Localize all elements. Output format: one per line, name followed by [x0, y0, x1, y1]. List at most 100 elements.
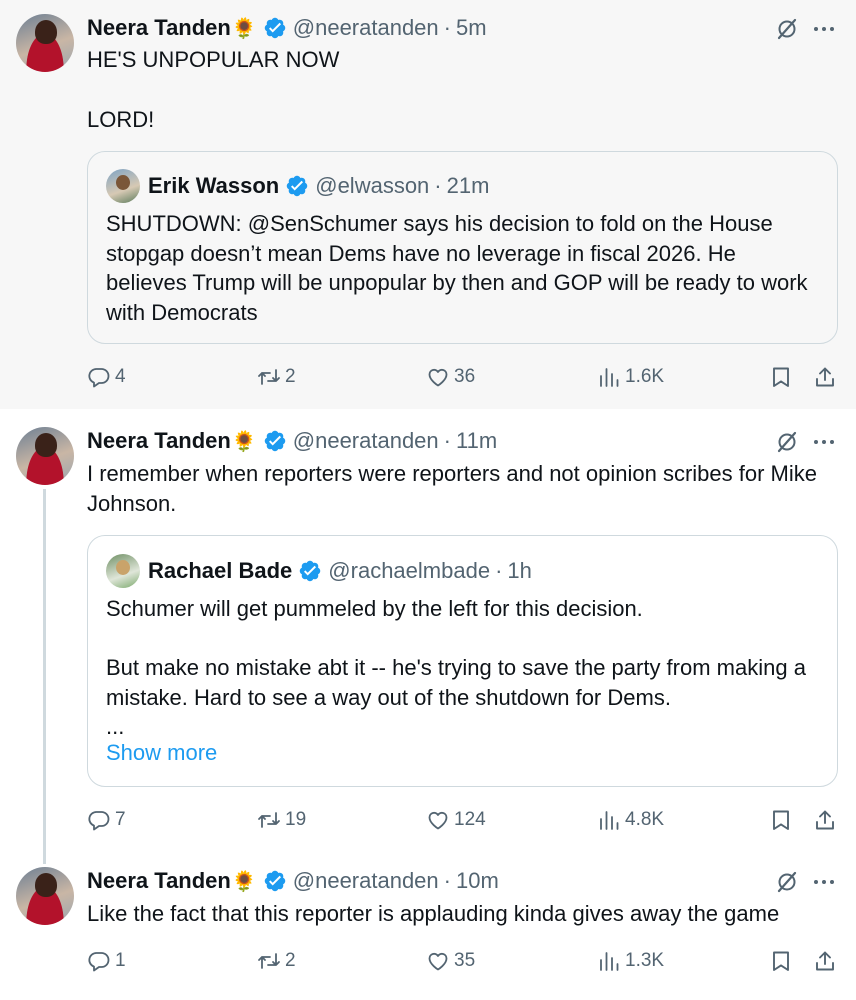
tweet-header: Neera Tanden 🌻 @neeratanden · 11m — [87, 426, 497, 456]
bookmark-icon — [769, 365, 793, 389]
bookmark-button[interactable] — [769, 946, 797, 976]
retweet-count: 2 — [285, 366, 296, 387]
like-icon — [426, 808, 450, 832]
author-handle[interactable]: @neeratanden — [293, 428, 439, 454]
like-icon — [426, 365, 450, 389]
author-handle[interactable]: @neeratanden — [293, 15, 439, 41]
retweet-icon — [257, 949, 281, 973]
quoted-timestamp: 1h — [507, 558, 532, 583]
verified-badge-icon[interactable] — [263, 16, 287, 40]
tweet-2[interactable]: Neera Tanden 🌻 @neeratanden · 11m I reme… — [0, 409, 856, 864]
sunflower-emoji: 🌻 — [231, 17, 257, 40]
reply-icon — [87, 365, 111, 389]
views-button[interactable]: 1.3K — [597, 946, 664, 976]
verified-badge-icon — [285, 174, 309, 198]
verified-badge-icon — [298, 559, 322, 583]
timestamp[interactable]: 10m — [456, 868, 499, 894]
views-icon — [597, 365, 621, 389]
bookmark-icon — [769, 808, 793, 832]
tweet-text: HE'S UNPOPULAR NOW LORD! — [87, 47, 340, 132]
reply-icon — [87, 808, 111, 832]
tweet-1[interactable]: Neera Tanden 🌻 @neeratanden · 5m HE'S UN… — [0, 0, 856, 409]
retweet-button[interactable]: 2 — [257, 362, 296, 392]
quoted-author-name: Rachael Bade — [148, 558, 293, 583]
view-count: 1.3K — [625, 950, 665, 971]
verified-badge-icon[interactable] — [263, 429, 287, 453]
timestamp[interactable]: 11m — [456, 428, 497, 454]
author-avatar[interactable] — [16, 427, 74, 485]
separator-dot: · — [443, 868, 451, 893]
author-name[interactable]: Neera Tanden — [87, 868, 231, 894]
reply-count: 4 — [115, 366, 126, 387]
quoted-author-avatar — [106, 554, 140, 588]
quoted-author-handle: @rachaelmbade — [328, 558, 491, 583]
view-count: 1.6K — [625, 366, 665, 387]
sunflower-emoji: 🌻 — [231, 430, 257, 453]
share-icon — [813, 949, 837, 973]
retweet-button[interactable]: 2 — [257, 946, 296, 976]
quoted-tweet-header: Rachael Bade @rachaelmbade · 1h — [106, 554, 532, 588]
action-bar: 4 2 36 1.6K — [87, 362, 839, 392]
like-count: 124 — [454, 809, 486, 830]
thread-connector — [43, 489, 46, 864]
views-icon — [597, 949, 621, 973]
grok-icon[interactable] — [775, 17, 799, 41]
action-bar: 7 19 124 4.8K — [87, 805, 839, 835]
views-button[interactable]: 1.6K — [597, 362, 664, 392]
share-icon — [813, 365, 837, 389]
bookmark-icon — [769, 949, 793, 973]
timestamp[interactable]: 5m — [456, 15, 487, 41]
quoted-author-avatar — [106, 169, 140, 203]
author-name[interactable]: Neera Tanden — [87, 428, 231, 454]
author-handle[interactable]: @neeratanden — [293, 868, 439, 894]
grok-icon[interactable] — [775, 870, 799, 894]
retweet-button[interactable]: 19 — [257, 805, 306, 835]
like-icon — [426, 949, 450, 973]
retweet-count: 2 — [285, 950, 296, 971]
share-button[interactable] — [813, 805, 841, 835]
show-more-link[interactable]: Show more — [106, 740, 217, 766]
author-name[interactable]: Neera Tanden — [87, 15, 231, 41]
verified-badge-icon[interactable] — [263, 869, 287, 893]
like-count: 36 — [454, 366, 476, 387]
separator-dot: · — [434, 173, 442, 198]
tweet-3[interactable]: Neera Tanden 🌻 @neeratanden · 10m Like t… — [0, 850, 856, 1000]
retweet-icon — [257, 365, 281, 389]
bookmark-button[interactable] — [769, 362, 797, 392]
more-icon[interactable] — [812, 870, 836, 894]
tweet-header: Neera Tanden 🌻 @neeratanden · 10m — [87, 866, 499, 896]
view-count: 4.8K — [625, 809, 665, 830]
reply-button[interactable]: 7 — [87, 805, 126, 835]
quoted-tweet[interactable]: Rachael Bade @rachaelmbade · 1h Schumer … — [87, 535, 838, 787]
author-avatar[interactable] — [16, 867, 74, 925]
separator-dot: · — [443, 15, 451, 40]
grok-icon[interactable] — [775, 430, 799, 454]
quoted-tweet[interactable]: Erik Wasson @elwasson · 21m SHUTDOWN: @S… — [87, 151, 838, 344]
bookmark-button[interactable] — [769, 805, 797, 835]
separator-dot: · — [495, 558, 503, 583]
quoted-author-handle: @elwasson — [315, 173, 430, 198]
more-icon[interactable] — [812, 430, 836, 454]
share-button[interactable] — [813, 946, 841, 976]
action-bar: 1 2 35 1.3K — [87, 946, 839, 976]
quoted-timestamp: 21m — [446, 173, 490, 198]
like-button[interactable]: 35 — [426, 946, 475, 976]
sunflower-emoji: 🌻 — [231, 870, 257, 893]
share-button[interactable] — [813, 362, 841, 392]
tweet-header: Neera Tanden 🌻 @neeratanden · 5m — [87, 13, 487, 43]
reply-button[interactable]: 1 — [87, 946, 126, 976]
like-button[interactable]: 124 — [426, 805, 486, 835]
author-avatar[interactable] — [16, 14, 74, 72]
separator-dot: · — [443, 428, 451, 453]
quoted-author-name: Erik Wasson — [148, 173, 280, 198]
quoted-tweet-header: Erik Wasson @elwasson · 21m — [106, 169, 490, 203]
more-icon[interactable] — [812, 17, 836, 41]
reply-count: 7 — [115, 809, 126, 830]
views-icon — [597, 808, 621, 832]
retweet-count: 19 — [285, 809, 307, 830]
quoted-tweet-text: Schumer will get pummeled by the left fo… — [106, 596, 806, 739]
reply-button[interactable]: 4 — [87, 362, 126, 392]
like-button[interactable]: 36 — [426, 362, 475, 392]
like-count: 35 — [454, 950, 476, 971]
views-button[interactable]: 4.8K — [597, 805, 664, 835]
